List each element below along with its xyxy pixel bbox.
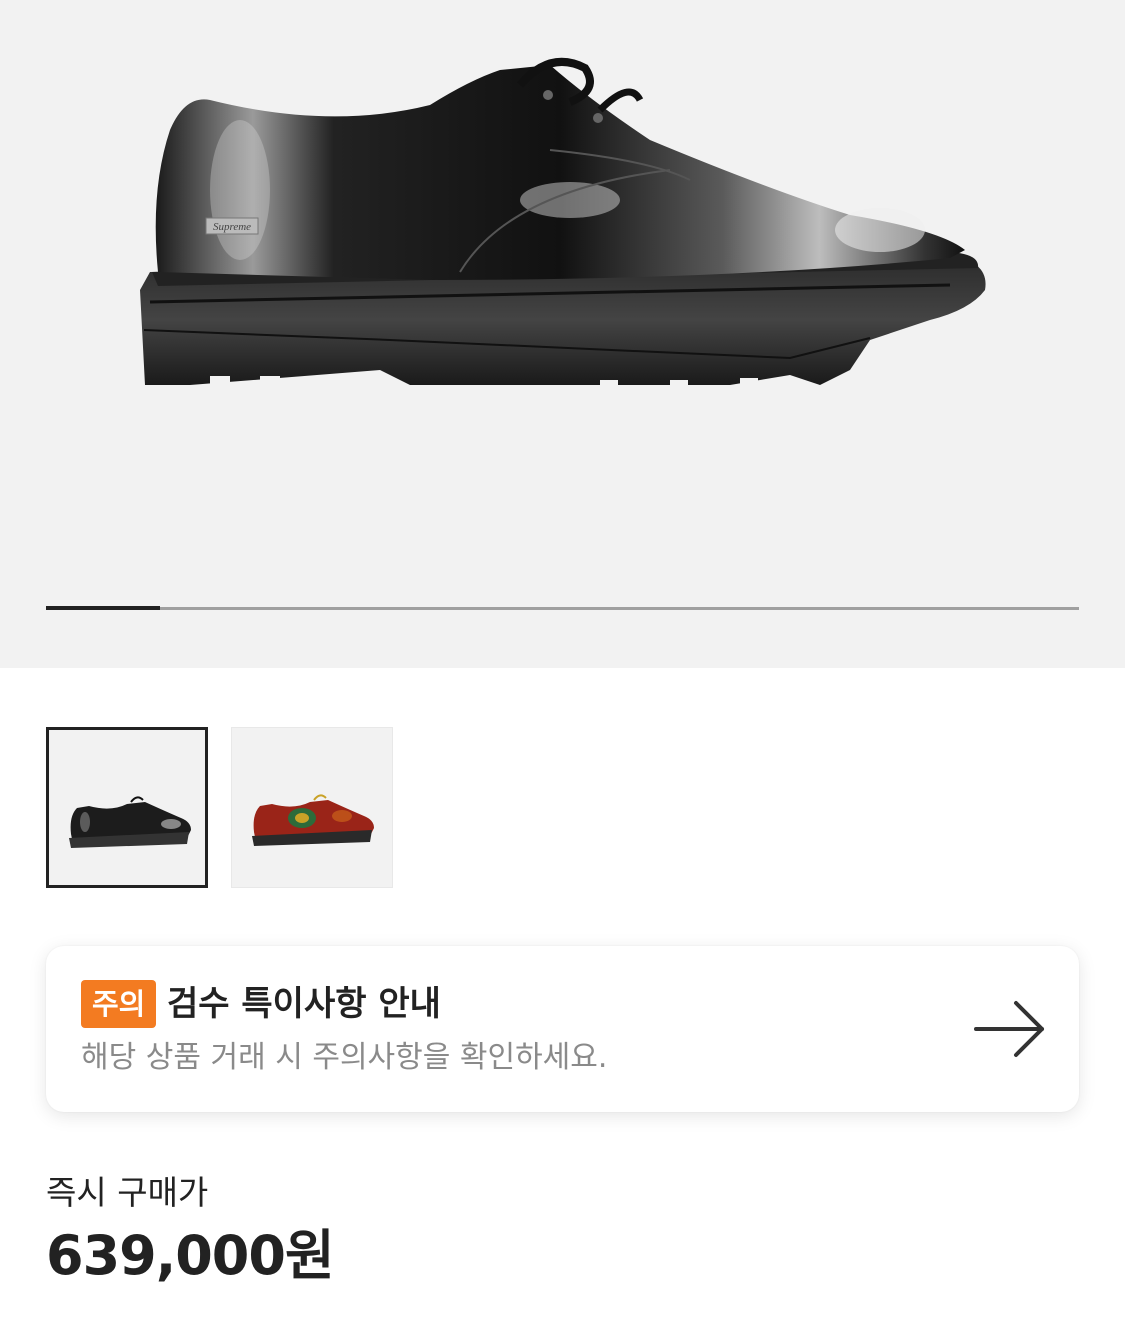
product-image-carousel[interactable]: Supreme xyxy=(0,0,1125,668)
thumbnail-2[interactable] xyxy=(231,727,393,888)
shoe-logo-text: Supreme xyxy=(213,221,251,233)
product-main-image: Supreme xyxy=(140,57,986,388)
arrow-right-icon[interactable] xyxy=(974,999,1046,1059)
red-shoe-thumbnail-image xyxy=(252,794,374,846)
notice-title: 검수 특이사항 안내 xyxy=(167,984,441,1024)
instant-buy-price-value: 639,000원 xyxy=(46,1224,335,1287)
inspection-notice-card[interactable]: 주의 검수 특이사항 안내 해당 상품 거래 시 주의사항을 확인하세요. xyxy=(46,946,1079,1112)
caution-badge: 주의 xyxy=(81,980,157,1028)
black-shoe-thumbnail-image xyxy=(69,796,191,848)
thumbnail-1[interactable] xyxy=(46,727,208,888)
instant-buy-price-label: 즉시 구매가 xyxy=(46,1173,209,1212)
carousel-progress-track xyxy=(46,606,1079,610)
notice-description: 해당 상품 거래 시 주의사항을 확인하세요. xyxy=(81,1040,608,1075)
carousel-progress-indicator xyxy=(46,606,160,610)
